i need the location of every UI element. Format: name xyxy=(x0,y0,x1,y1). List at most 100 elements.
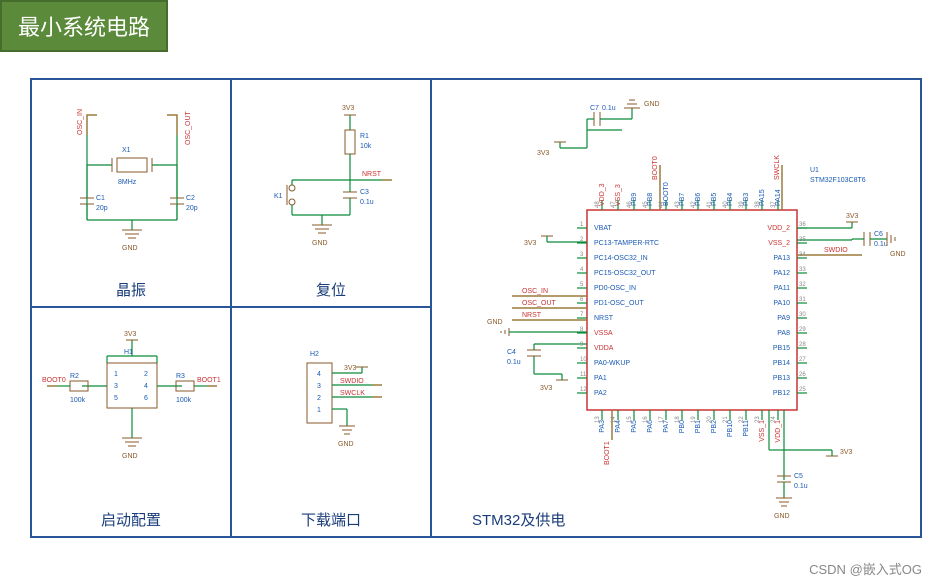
svg-text:VBAT: VBAT xyxy=(594,225,612,232)
svg-text:3V3: 3V3 xyxy=(342,105,355,112)
reset-label: 复位 xyxy=(232,279,430,300)
svg-text:PA3: PA3 xyxy=(599,420,606,433)
svg-text:0.1u: 0.1u xyxy=(507,359,521,366)
svg-text:R2: R2 xyxy=(70,373,79,380)
svg-text:6: 6 xyxy=(580,297,584,303)
svg-text:PA6: PA6 xyxy=(647,420,654,433)
svg-text:6: 6 xyxy=(144,395,148,402)
svg-text:X1: X1 xyxy=(122,147,131,154)
svg-text:0.1u: 0.1u xyxy=(360,199,374,206)
svg-text:33: 33 xyxy=(799,267,806,273)
svg-text:100k: 100k xyxy=(70,397,86,404)
page-title: 最小系统电路 xyxy=(0,0,168,52)
svg-text:PA15: PA15 xyxy=(759,189,766,206)
svg-text:PB9: PB9 xyxy=(631,193,638,206)
svg-text:C2: C2 xyxy=(186,195,195,202)
swd-label: 下载端口 xyxy=(232,509,430,530)
svg-text:NRST: NRST xyxy=(522,312,542,319)
svg-text:PA5: PA5 xyxy=(631,420,638,433)
svg-text:PC15-OSC32_OUT: PC15-OSC32_OUT xyxy=(594,270,656,277)
svg-text:PB11: PB11 xyxy=(743,420,750,437)
svg-text:R1: R1 xyxy=(360,133,369,140)
section-reset: 3V3 R110k NRST K1 C30.1u GND 复位 xyxy=(232,80,432,308)
svg-text:2: 2 xyxy=(144,371,148,378)
svg-text:SWCLK: SWCLK xyxy=(774,155,781,180)
svg-text:VDD_3: VDD_3 xyxy=(599,183,606,206)
svg-text:3: 3 xyxy=(114,383,118,390)
svg-text:SWDIO: SWDIO xyxy=(824,247,848,254)
svg-text:4: 4 xyxy=(580,267,584,273)
section-mcu: U1 STM32F103C8T6 GND C70.1u 3V3 3V3 OSC_… xyxy=(432,80,920,536)
svg-text:8MHz: 8MHz xyxy=(118,179,137,186)
svg-text:BOOT1: BOOT1 xyxy=(197,377,221,384)
svg-text:34: 34 xyxy=(799,252,806,258)
svg-text:PB8: PB8 xyxy=(647,193,654,206)
svg-text:26: 26 xyxy=(799,372,806,378)
section-crystal: X18MHz OSC_IN OSC_OUT C120p C220p GND 晶振 xyxy=(32,80,232,308)
svg-text:12: 12 xyxy=(580,387,587,393)
svg-text:27: 27 xyxy=(799,357,806,363)
svg-text:VDD_1: VDD_1 xyxy=(775,420,782,443)
svg-text:PB7: PB7 xyxy=(679,193,686,206)
svg-text:PA13: PA13 xyxy=(773,255,790,262)
svg-text:32: 32 xyxy=(799,282,806,288)
svg-text:VSS_3: VSS_3 xyxy=(615,184,622,206)
svg-text:30: 30 xyxy=(799,312,806,318)
svg-text:BOOT1: BOOT1 xyxy=(604,441,611,465)
svg-text:PB14: PB14 xyxy=(773,360,790,367)
svg-text:C5: C5 xyxy=(794,473,803,480)
svg-text:VDD_2: VDD_2 xyxy=(767,225,790,232)
svg-text:3: 3 xyxy=(317,383,321,390)
svg-text:K1: K1 xyxy=(274,193,283,200)
svg-text:NRST: NRST xyxy=(362,171,382,178)
svg-text:PD1-OSC_OUT: PD1-OSC_OUT xyxy=(594,300,645,307)
svg-text:PB4: PB4 xyxy=(727,193,734,206)
svg-text:5: 5 xyxy=(114,395,118,402)
svg-text:PB15: PB15 xyxy=(773,345,790,352)
svg-text:BOOT0: BOOT0 xyxy=(42,377,66,384)
svg-text:25: 25 xyxy=(799,387,806,393)
svg-text:3: 3 xyxy=(580,252,584,258)
svg-text:PA11: PA11 xyxy=(774,285,790,292)
svg-text:OSC_IN: OSC_IN xyxy=(522,288,548,295)
svg-text:SWDIO: SWDIO xyxy=(340,378,364,385)
svg-text:GND: GND xyxy=(122,453,138,460)
svg-text:PA0-WKUP: PA0-WKUP xyxy=(594,360,630,367)
svg-text:STM32F103C8T6: STM32F103C8T6 xyxy=(810,177,866,184)
svg-text:5: 5 xyxy=(580,282,584,288)
svg-text:10: 10 xyxy=(580,357,587,363)
svg-text:29: 29 xyxy=(799,327,806,333)
svg-text:11: 11 xyxy=(580,372,587,378)
svg-text:28: 28 xyxy=(799,342,806,348)
svg-text:PA10: PA10 xyxy=(773,300,790,307)
svg-text:GND: GND xyxy=(890,251,906,258)
svg-text:VDDA: VDDA xyxy=(594,345,614,352)
svg-text:PA2: PA2 xyxy=(594,390,607,397)
svg-text:C3: C3 xyxy=(360,189,369,196)
svg-text:3V3: 3V3 xyxy=(344,365,357,372)
svg-text:3V3: 3V3 xyxy=(540,385,553,392)
svg-text:10k: 10k xyxy=(360,143,372,150)
svg-text:3V3: 3V3 xyxy=(537,150,550,157)
svg-text:7: 7 xyxy=(580,312,584,318)
svg-text:0.1u: 0.1u xyxy=(602,105,616,112)
svg-text:PA4: PA4 xyxy=(615,420,622,433)
svg-text:NRST: NRST xyxy=(594,315,614,322)
svg-text:1: 1 xyxy=(580,222,584,228)
section-boot: 3V3 H1 12 34 56 R2100k BOOT0 R3100k BOOT… xyxy=(32,308,232,536)
svg-text:PB5: PB5 xyxy=(711,193,718,206)
svg-text:2: 2 xyxy=(317,395,321,402)
svg-text:U1: U1 xyxy=(810,167,819,174)
svg-text:4: 4 xyxy=(144,383,148,390)
mcu-label: STM32及供电 xyxy=(472,509,565,530)
svg-text:PB2: PB2 xyxy=(711,420,718,433)
svg-text:PA8: PA8 xyxy=(777,330,790,337)
svg-text:3V3: 3V3 xyxy=(524,240,537,247)
svg-text:PB13: PB13 xyxy=(773,375,790,382)
svg-text:PC14-OSC32_IN: PC14-OSC32_IN xyxy=(594,255,648,262)
svg-text:C4: C4 xyxy=(507,349,516,356)
svg-text:GND: GND xyxy=(644,101,660,108)
section-swd: H2 4321 3V3 SWDIO SWCLK GND 下载端口 xyxy=(232,308,432,536)
svg-text:PA7: PA7 xyxy=(663,420,670,433)
svg-text:OSC_OUT: OSC_OUT xyxy=(185,110,192,145)
